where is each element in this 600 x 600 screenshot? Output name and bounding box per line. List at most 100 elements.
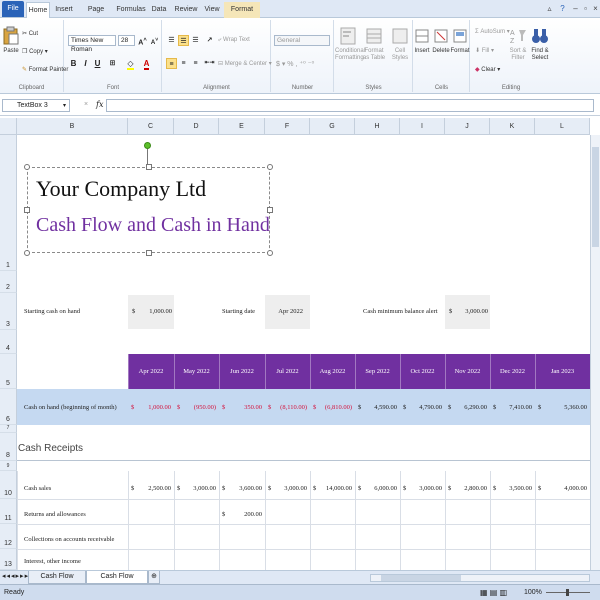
column-header[interactable]: I (400, 118, 445, 135)
resize-handle[interactable] (146, 250, 152, 256)
sheet-tab-cash-flow-summary[interactable]: Cash Flow Summary (28, 571, 86, 592)
cash-on-hand-value[interactable]: 6,290.00 (445, 404, 487, 411)
tab-format[interactable]: Format (224, 2, 260, 18)
delete-cells-button[interactable]: Delete (431, 26, 451, 55)
horizontal-scrollbar[interactable] (370, 574, 590, 582)
tab-file[interactable]: File (2, 1, 24, 17)
column-header[interactable]: E (219, 118, 265, 135)
cash-on-hand-value[interactable]: (8,110.00) (265, 404, 307, 411)
column-header[interactable]: J (445, 118, 490, 135)
column-header[interactable]: K (490, 118, 535, 135)
name-box-dropdown-icon[interactable]: ▾ (63, 102, 66, 109)
window-close-icon[interactable]: × (590, 3, 600, 14)
align-bottom-icon[interactable]: ☰ (190, 35, 201, 46)
cash-on-hand-value[interactable]: 7,410.00 (490, 404, 532, 411)
orientation-icon[interactable]: ↗ (204, 35, 215, 46)
row-header[interactable]: 9 (0, 461, 17, 471)
minimize-ribbon-icon[interactable]: ▵ (544, 3, 555, 14)
resize-handle[interactable] (24, 207, 30, 213)
format-painter-button[interactable]: ✎ Format Painter (22, 66, 68, 73)
title-textbox[interactable]: Your Company Ltd Cash Flow and Cash in H… (24, 164, 273, 256)
insert-function-icon[interactable]: fx (96, 100, 103, 109)
resize-handle[interactable] (267, 250, 273, 256)
receipt-value[interactable]: 200.00 (219, 511, 262, 518)
tab-review[interactable]: Review (172, 2, 200, 18)
insert-cells-button[interactable]: Insert (412, 26, 432, 55)
column-header[interactable]: D (174, 118, 219, 135)
cash-on-hand-value[interactable]: 350.00 (219, 404, 262, 411)
receipt-value[interactable]: 6,000.00 (355, 485, 397, 492)
shrink-font-icon[interactable]: A˅ (149, 35, 160, 46)
tab-formulas[interactable]: Formulas (116, 2, 146, 18)
italic-button[interactable]: I (80, 58, 91, 69)
receipt-value[interactable]: 3,000.00 (400, 485, 442, 492)
help-icon[interactable]: ? (557, 3, 568, 14)
company-name[interactable]: Your Company Ltd (36, 176, 206, 202)
tab-page-layout[interactable]: Page Layout (78, 2, 114, 28)
view-buttons-icon[interactable]: ▦ ▤ ▥ (480, 585, 507, 600)
worksheet-grid[interactable]: B C D E F G H I J K L 1 2 3 4 5 6 7 8 9 … (0, 118, 600, 570)
autosum-button[interactable]: Σ AutoSum ▾ (475, 28, 510, 35)
clear-button[interactable]: ◆ Clear ▾ (475, 66, 500, 73)
row-header[interactable]: 10 (0, 471, 17, 499)
cash-on-hand-value[interactable]: 4,590.00 (355, 404, 397, 411)
copy-button[interactable]: ❐ Copy ▾ (22, 48, 48, 55)
tab-data[interactable]: Data (148, 2, 170, 18)
report-subtitle[interactable]: Cash Flow and Cash in Hand (36, 214, 270, 237)
receipt-value[interactable]: 3,000.00 (174, 485, 216, 492)
find-select-button[interactable]: Find & Select (529, 26, 551, 62)
row-header[interactable]: 13 (0, 549, 17, 570)
row-header[interactable]: 3 (0, 293, 17, 330)
font-color-icon[interactable]: A (141, 58, 152, 70)
receipt-value[interactable]: 2,800.00 (445, 485, 487, 492)
format-as-table-button[interactable]: Format as Table (361, 26, 387, 62)
row-header[interactable]: 4 (0, 330, 17, 354)
bold-button[interactable]: B (68, 58, 79, 69)
column-header[interactable]: F (265, 118, 310, 135)
vertical-scrollbar[interactable] (590, 135, 600, 570)
sort-filter-button[interactable]: AZ Sort & Filter (507, 26, 529, 62)
scrollbar-thumb[interactable] (381, 575, 461, 581)
resize-handle[interactable] (267, 164, 273, 170)
align-top-icon[interactable]: ☰ (166, 35, 177, 46)
sheet-tab-cash-flow-forecast[interactable]: Cash Flow Forecast (86, 571, 148, 592)
receipt-value[interactable]: 3,500.00 (490, 485, 532, 492)
row-header[interactable]: 1 (0, 135, 17, 271)
select-all-corner[interactable] (0, 118, 17, 135)
align-center-icon[interactable]: ≡ (178, 58, 189, 69)
wrap-text-button[interactable]: ⤶ Wrap Text (218, 37, 250, 44)
grow-font-icon[interactable]: A˄ (137, 35, 148, 46)
zoom-slider-thumb[interactable] (566, 589, 569, 596)
fill-color-icon[interactable]: ◇ (125, 58, 136, 70)
vertical-scrollbar-thumb[interactable] (592, 147, 599, 247)
receipt-value[interactable]: 3,600.00 (219, 485, 262, 492)
rotate-handle-icon[interactable] (144, 142, 151, 149)
row-header[interactable]: 12 (0, 524, 17, 549)
cash-on-hand-value[interactable]: 1,000.00 (128, 404, 171, 411)
zoom-level[interactable]: 100% (524, 585, 542, 600)
font-size-select[interactable]: 28 (118, 35, 135, 46)
cash-on-hand-value[interactable]: (6,810.00) (310, 404, 352, 411)
cash-on-hand-value[interactable]: 4,790.00 (400, 404, 442, 411)
column-header[interactable]: C (128, 118, 174, 135)
align-left-icon[interactable]: ≡ (166, 58, 177, 69)
align-middle-icon[interactable]: ☰ (178, 35, 189, 46)
name-box[interactable]: TextBox 3 (2, 99, 70, 112)
receipt-value[interactable]: 4,000.00 (535, 485, 587, 492)
cash-on-hand-value[interactable]: (950.00) (174, 404, 216, 411)
number-format-select[interactable]: General (274, 35, 330, 46)
receipt-value[interactable]: 2,500.00 (128, 485, 171, 492)
cell-styles-button[interactable]: Cell Styles (387, 26, 413, 62)
sheet-nav-arrows-icon[interactable]: ◂◂◂▸▸▸ (2, 572, 29, 580)
conditional-formatting-button[interactable]: Conditional Formatting (335, 26, 365, 62)
column-header[interactable]: G (310, 118, 355, 135)
borders-icon[interactable]: ⊞ (107, 58, 118, 69)
resize-handle[interactable] (146, 164, 152, 170)
fill-button[interactable]: ⬇ Fill ▾ (475, 47, 494, 54)
tab-home[interactable]: Home (26, 2, 50, 19)
underline-button[interactable]: U (92, 58, 103, 69)
row-header[interactable]: 7 (0, 425, 17, 433)
resize-handle[interactable] (267, 207, 273, 213)
format-cells-button[interactable]: Format (449, 26, 471, 55)
merge-center-button[interactable]: ⊟ Merge & Center ▾ (218, 60, 272, 67)
